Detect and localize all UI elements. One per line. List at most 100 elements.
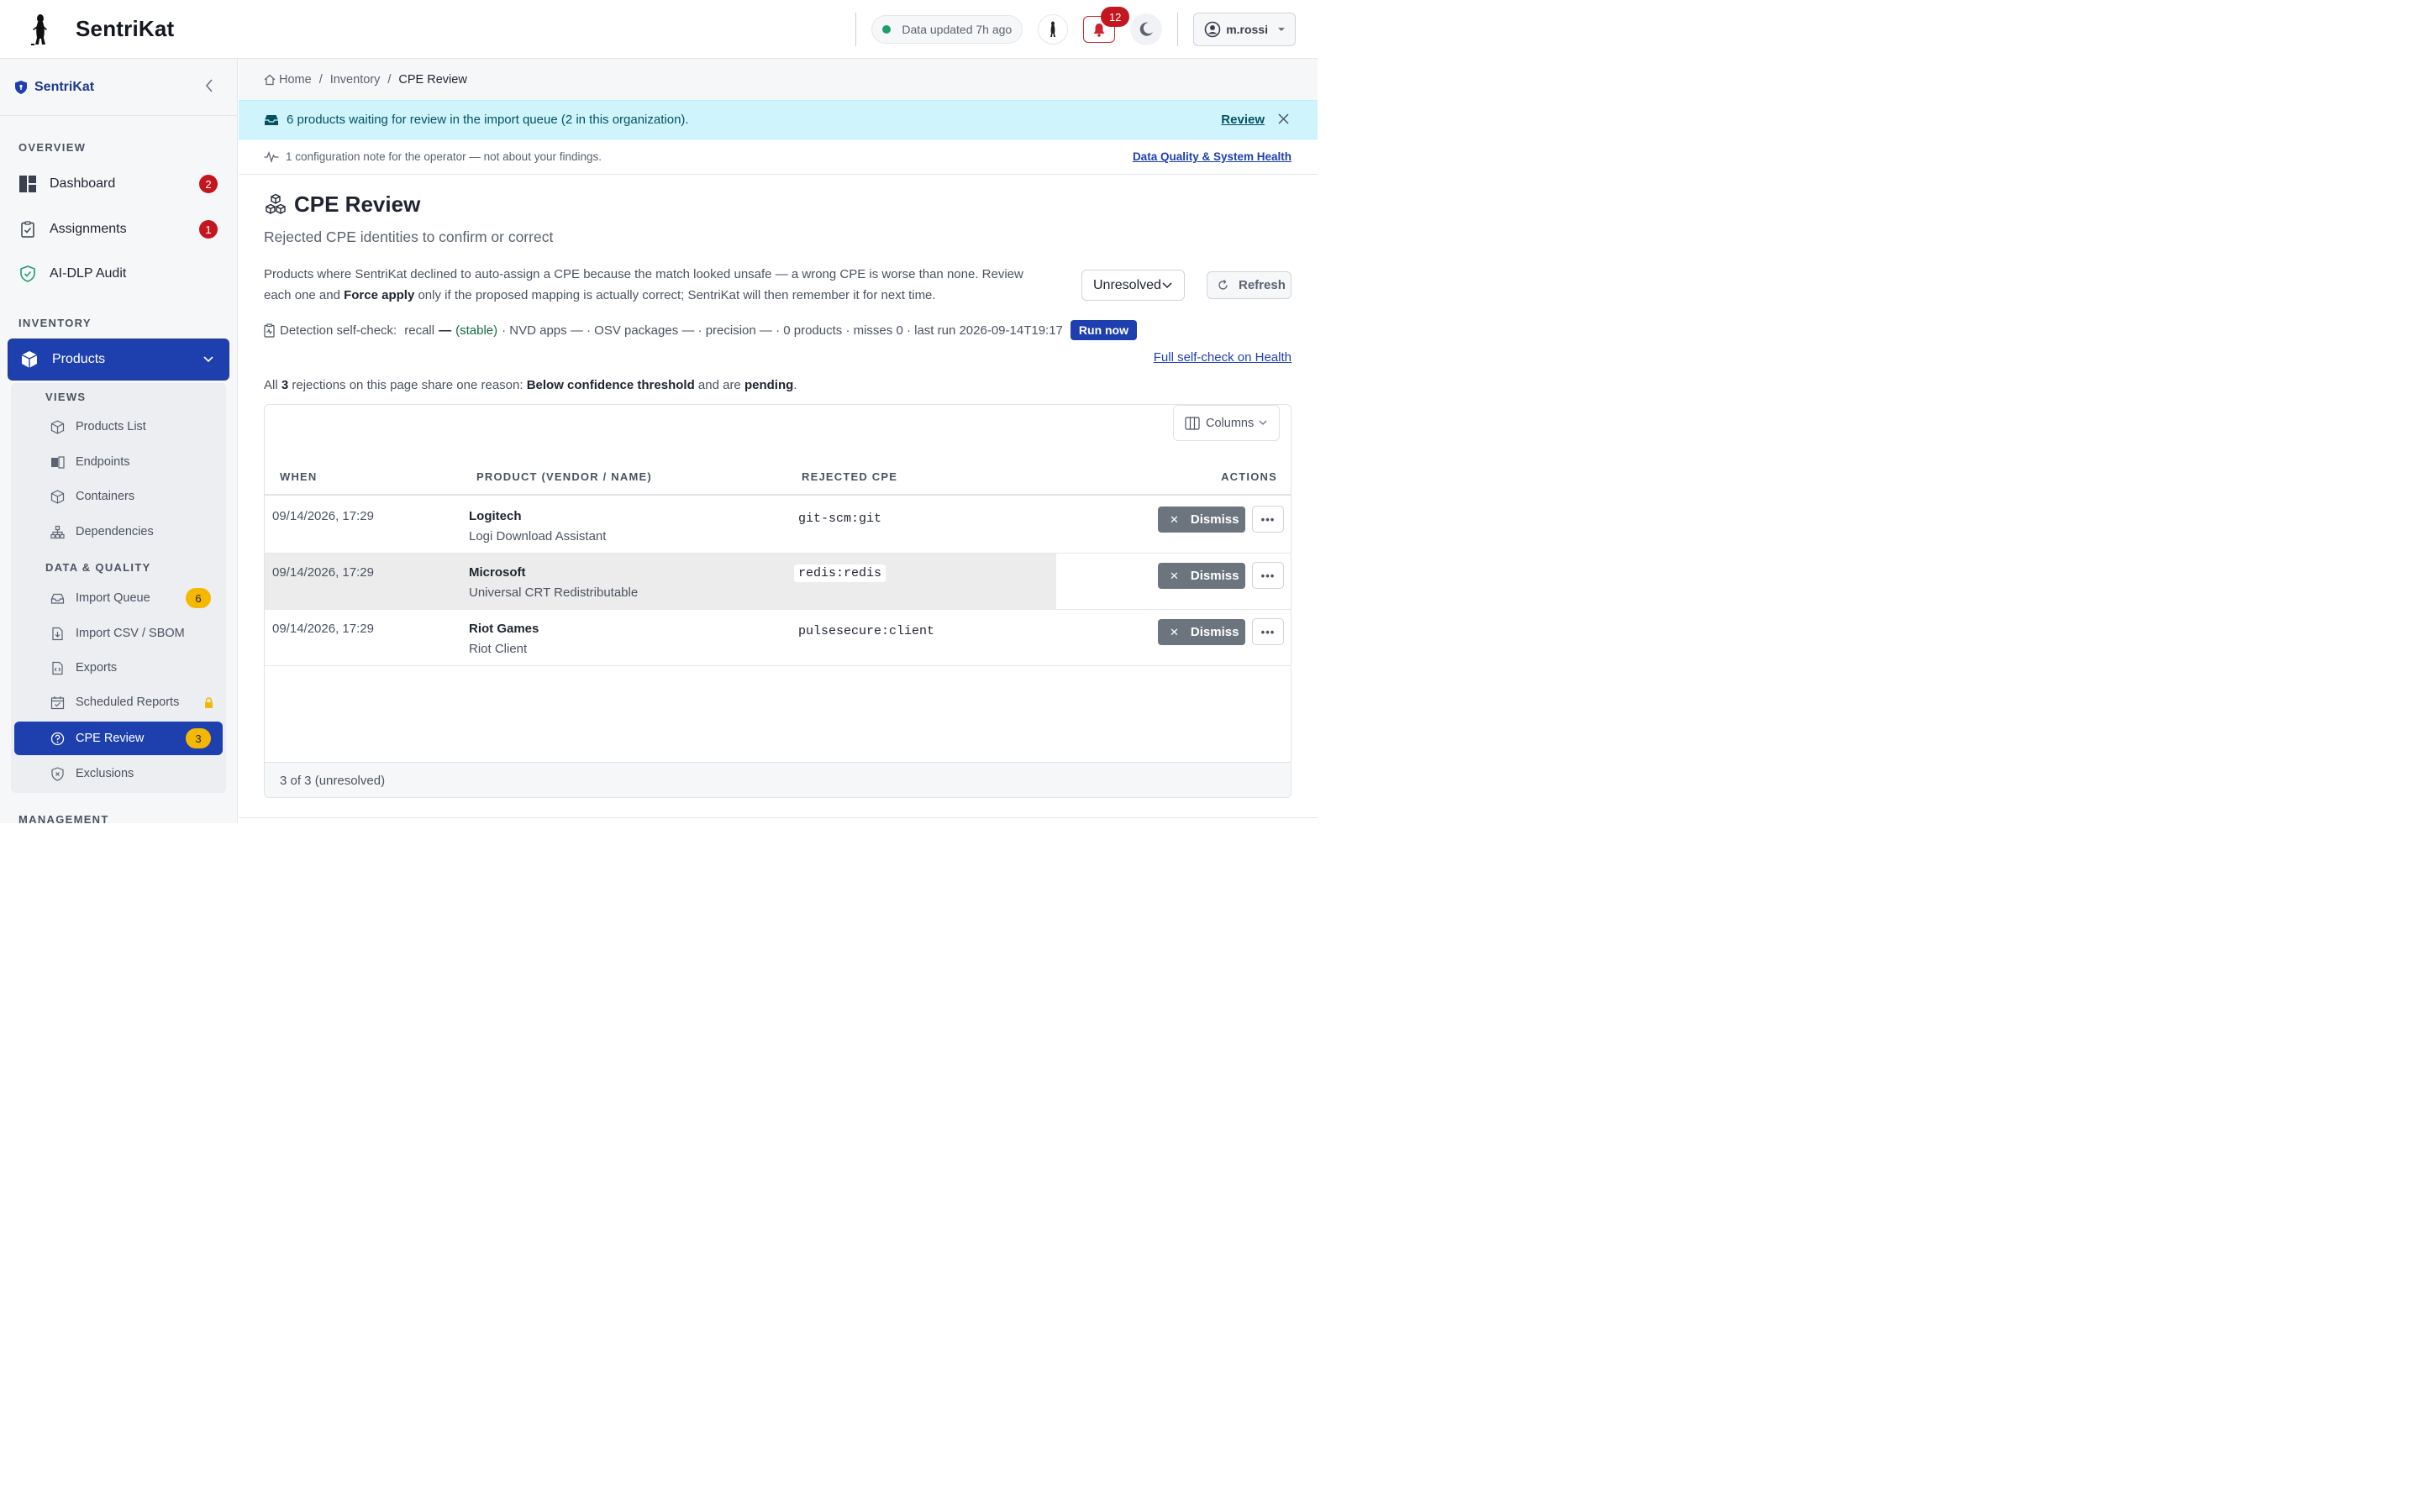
breadcrumb-current: CPE Review <box>398 72 467 87</box>
more-icon: ••• <box>1260 569 1276 582</box>
sidebar-item-endpoints[interactable]: Endpoints <box>14 445 223 479</box>
breadcrumb-home[interactable]: Home <box>279 73 312 87</box>
columns-button[interactable]: Columns <box>1173 405 1280 441</box>
close-banner-button[interactable] <box>1278 113 1289 128</box>
theme-toggle-button[interactable] <box>1130 13 1163 45</box>
sidebar-subitem-label: Import Queue <box>76 591 150 605</box>
breadcrumb-inventory[interactable]: Inventory <box>330 73 381 87</box>
refresh-button[interactable]: Refresh <box>1207 271 1292 299</box>
sidebar-item-scheduled-reports[interactable]: Scheduled Reports <box>14 685 223 719</box>
clipboard-check-icon <box>21 221 34 238</box>
row-product-name: Logi Download Assistant <box>469 529 607 543</box>
assignments-badge: 1 <box>199 220 218 239</box>
review-link[interactable]: Review <box>1221 113 1265 127</box>
sidebar-subitem-label: Products List <box>76 420 146 433</box>
shield-x-icon <box>51 766 64 781</box>
cpe-review-table: Columns WHEN PRODUCT (VENDOR / NAME) REJ… <box>264 404 1292 798</box>
section-inventory: INVENTORY <box>18 317 92 329</box>
row-hover-highlight <box>265 554 1056 610</box>
subsection-data-quality: DATA & QUALITY <box>45 561 151 574</box>
dismiss-button[interactable]: ✕ Dismiss <box>1158 619 1245 645</box>
row-rejected-cpe: git-scm:git <box>798 512 882 526</box>
clipboard-pulse-icon <box>264 323 275 338</box>
container-icon <box>50 489 65 504</box>
detection-self-check: Detection self-check: recall — (stable) … <box>264 320 1138 340</box>
column-header-rejected-cpe[interactable]: REJECTED CPE <box>802 470 897 483</box>
user-menu-button[interactable]: m.rossi <box>1193 13 1296 46</box>
sidebar-subitem-label: Import CSV / SBOM <box>76 627 185 640</box>
system-health-link[interactable]: Data Quality & System Health <box>1133 150 1292 163</box>
sidebar-item-products-list[interactable]: Products List <box>14 410 223 444</box>
chevron-down-icon <box>1278 28 1285 31</box>
sidebar-item-exclusions[interactable]: Exclusions <box>14 757 223 790</box>
dismiss-button[interactable]: ✕ Dismiss <box>1158 507 1245 533</box>
status-filter-select[interactable]: Unresolved <box>1081 270 1185 301</box>
sidebar-item-exports[interactable]: Exports <box>14 651 223 685</box>
summary-reason: Below confidence threshold <box>526 378 695 392</box>
desc-text: only if the proposed mapping is actually… <box>414 288 936 302</box>
brand[interactable]: SentriKat <box>25 13 174 46</box>
selfcheck-recall-value: — <box>439 323 452 338</box>
section-overview: OVERVIEW <box>18 141 87 154</box>
dismiss-label: Dismiss <box>1190 569 1239 583</box>
data-status-pill[interactable]: Data updated 7h ago <box>871 15 1023 44</box>
more-actions-button[interactable]: ••• <box>1252 618 1284 645</box>
dismiss-label: Dismiss <box>1190 512 1239 527</box>
sidebar-header: SentriKat <box>0 59 237 116</box>
more-icon: ••• <box>1260 512 1276 526</box>
notifications-button[interactable]: 12 <box>1083 7 1130 43</box>
table-row[interactable]: 09/14/2026, 17:29 Logitech Logi Download… <box>265 497 1291 554</box>
sidebar-item-products[interactable]: Products <box>8 339 229 381</box>
more-actions-button[interactable]: ••• <box>1252 506 1284 533</box>
diagram-icon <box>50 525 65 538</box>
sidebar-item-ai-dlp-audit[interactable]: AI-DLP Audit <box>8 253 229 295</box>
sidebar-item-assignments[interactable]: Assignments 1 <box>8 208 229 250</box>
table-row[interactable]: 09/14/2026, 17:29 Microsoft Universal CR… <box>265 554 1291 610</box>
collapse-sidebar-button[interactable] <box>205 79 213 95</box>
sidebar-item-cpe-review[interactable]: CPE Review 3 <box>14 722 223 755</box>
cpe-review-badge: 3 <box>186 728 211 748</box>
activity-icon <box>264 150 279 163</box>
summary-state: pending <box>744 378 794 392</box>
row-when: 09/14/2026, 17:29 <box>272 565 374 580</box>
question-circle-icon <box>50 732 65 745</box>
dismiss-button[interactable]: ✕ Dismiss <box>1158 563 1245 589</box>
full-self-check-link[interactable]: Full self-check on Health <box>1154 350 1292 365</box>
file-import-icon <box>52 627 63 640</box>
chevron-left-icon <box>205 79 213 92</box>
pagination-summary: 3 of 3 (unresolved) <box>280 774 386 788</box>
table-footer: 3 of 3 (unresolved) <box>265 762 1291 797</box>
calendar-check-icon <box>50 696 65 709</box>
operator-note: 1 configuration note for the operator — … <box>239 139 1318 175</box>
sidebar-item-containers[interactable]: Containers <box>14 480 223 513</box>
row-rejected-cpe: redis:redis <box>794 564 886 582</box>
sidebar-item-dependencies[interactable]: Dependencies <box>14 515 223 549</box>
sidebar-subitem-label: CPE Review <box>76 732 145 745</box>
column-header-actions: ACTIONS <box>1221 470 1277 483</box>
sidebar-subitem-label: Exclusions <box>76 767 134 780</box>
close-icon: ✕ <box>1170 625 1179 638</box>
box-outline-icon <box>50 419 65 434</box>
meerkat-mascot-button[interactable] <box>1038 14 1069 45</box>
lock-icon <box>205 696 213 708</box>
summary-text: and are <box>694 378 744 392</box>
dismiss-label: Dismiss <box>1190 625 1239 639</box>
sidebar-item-import-csv-sbom[interactable]: Import CSV / SBOM <box>14 617 223 650</box>
column-header-product[interactable]: PRODUCT (VENDOR / NAME) <box>476 470 652 483</box>
run-now-button[interactable]: Run now <box>1070 320 1138 340</box>
table-row[interactable]: 09/14/2026, 17:29 Riot Games Riot Client… <box>265 610 1291 666</box>
boxes-icon <box>266 193 286 214</box>
more-actions-button[interactable]: ••• <box>1252 562 1284 589</box>
chevron-down-icon <box>1259 420 1267 425</box>
import-queue-banner: 6 products waiting for review in the imp… <box>239 100 1318 139</box>
app-name: SentriKat <box>76 16 175 41</box>
sidebar-item-dashboard[interactable]: Dashboard 2 <box>8 163 229 205</box>
status-filter-value: Unresolved <box>1093 277 1161 292</box>
sidebar-subitem-label: Scheduled Reports <box>76 696 180 709</box>
sidebar-item-import-queue[interactable]: Import Queue 6 <box>14 581 223 615</box>
inbox-icon <box>265 114 278 125</box>
column-header-when[interactable]: WHEN <box>280 470 318 483</box>
section-management: MANAGEMENT <box>18 813 109 823</box>
inbox-icon <box>50 593 65 604</box>
chevron-down-icon <box>1162 282 1172 289</box>
